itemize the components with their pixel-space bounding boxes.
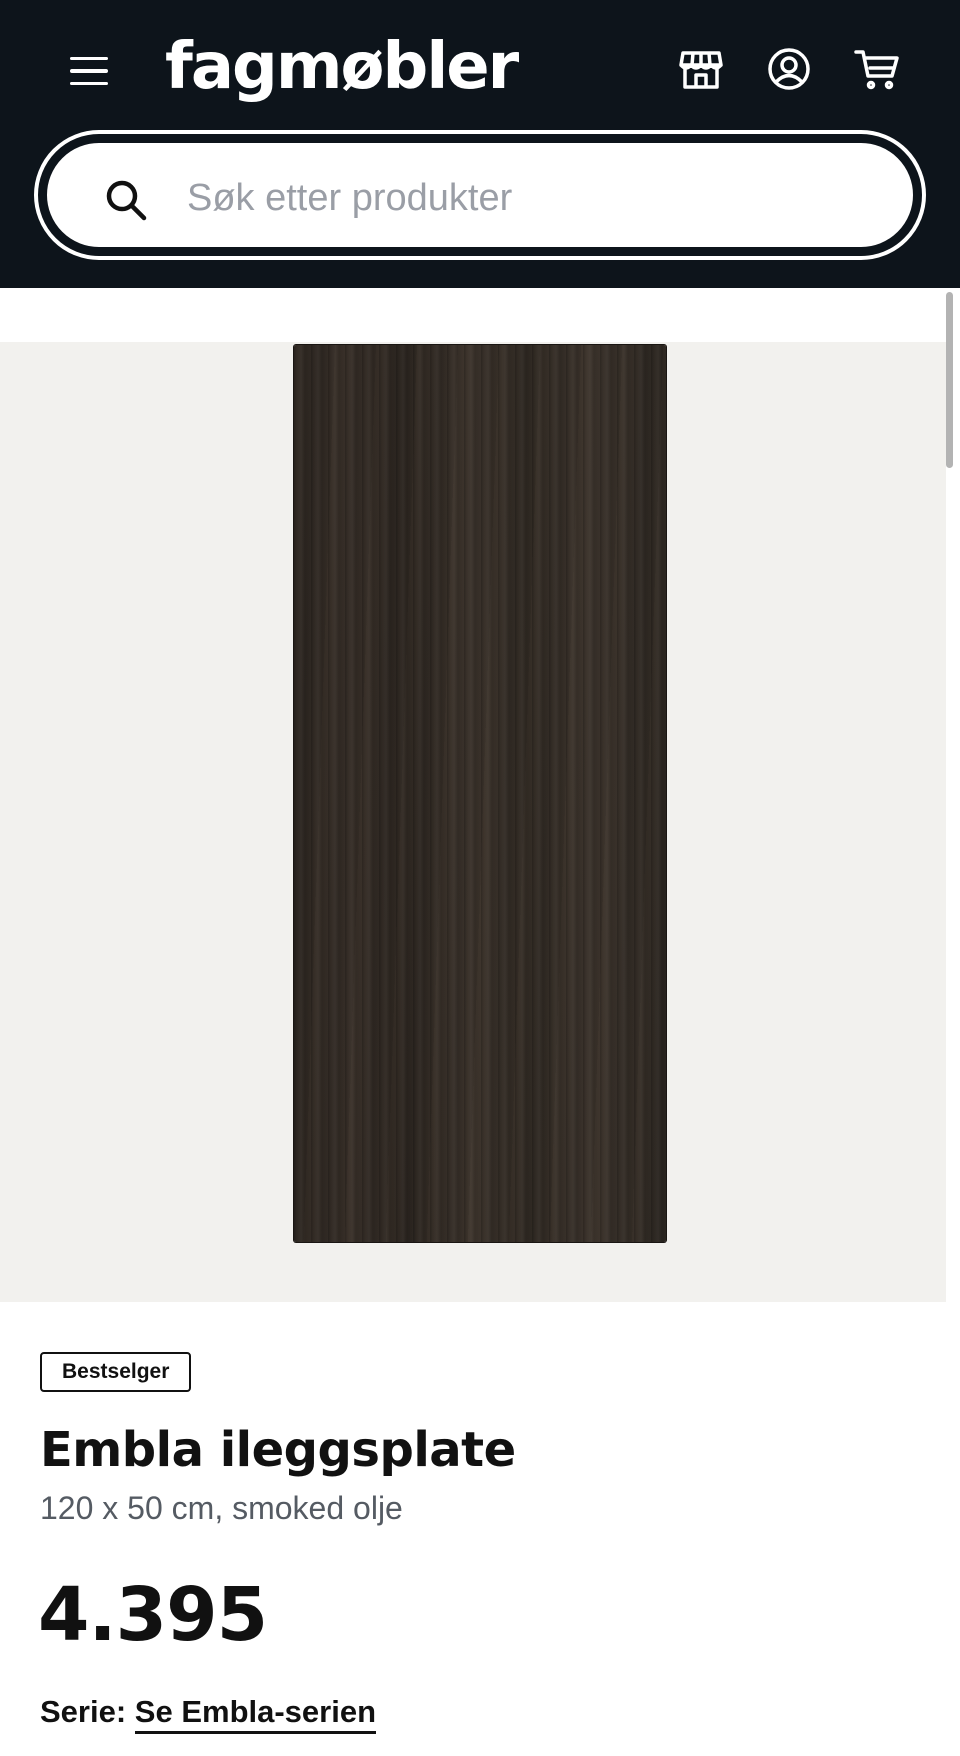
page-scrollbar[interactable] — [946, 292, 953, 468]
search-input[interactable] — [187, 163, 847, 233]
product-image[interactable] — [294, 345, 666, 1242]
search-icon[interactable] — [103, 177, 149, 223]
menu-icon[interactable] — [70, 48, 116, 94]
series-label: Serie: — [40, 1694, 127, 1729]
search-field-container[interactable] — [44, 140, 916, 250]
product-variant: 120 x 50 cm, smoked olje — [40, 1490, 403, 1526]
search-bar — [34, 130, 926, 260]
account-icon[interactable] — [764, 44, 814, 94]
site-header: fagmøbler — [0, 0, 960, 288]
product-series: Serie: Se Embla-serien — [40, 1694, 377, 1734]
site-logo[interactable]: fagmøbler — [165, 22, 519, 112]
product-price: 4.395 — [38, 1572, 268, 1658]
cart-icon[interactable] — [852, 44, 902, 94]
product-title: Embla ileggsplate — [40, 1422, 516, 1478]
store-icon[interactable] — [676, 44, 726, 94]
bestseller-badge: Bestselger — [40, 1352, 192, 1392]
series-link[interactable]: Se Embla-serien — [134, 1694, 377, 1734]
